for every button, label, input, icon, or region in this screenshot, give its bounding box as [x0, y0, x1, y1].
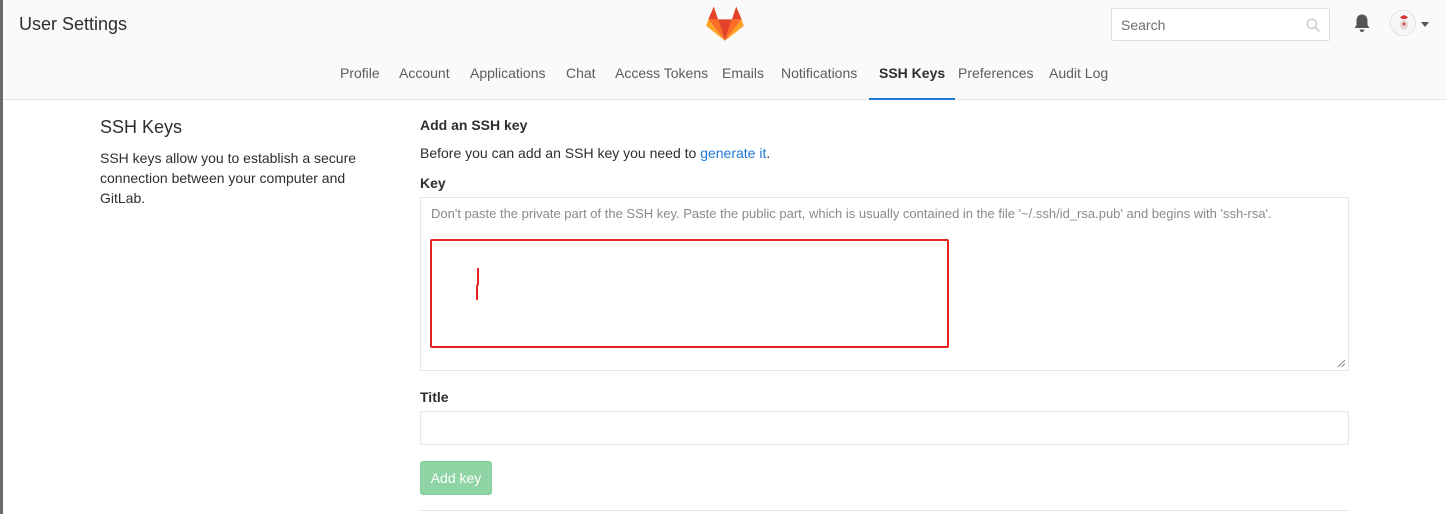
section-title: SSH Keys: [100, 117, 183, 137]
form-intro: Before you can add an SSH key you need t…: [420, 145, 770, 161]
gitlab-logo-icon[interactable]: [706, 6, 744, 42]
generate-it-link[interactable]: generate it: [700, 145, 766, 161]
title-field[interactable]: [420, 411, 1349, 445]
search-icon[interactable]: [1306, 18, 1320, 32]
title-label: Title: [420, 389, 449, 405]
annotation-mark-icon: [476, 268, 479, 300]
tab-applications[interactable]: Applications: [470, 52, 546, 100]
section-description: SSH keys allow you to establish a secure…: [100, 150, 357, 206]
bell-icon[interactable]: [1353, 13, 1371, 33]
form-intro-suffix: .: [766, 145, 771, 161]
page-title: User Settings: [19, 14, 128, 34]
tab-account[interactable]: Account: [399, 52, 450, 100]
user-avatar[interactable]: [1390, 10, 1416, 36]
form-heading: Add an SSH key: [420, 117, 528, 133]
resize-handle-icon[interactable]: [1337, 359, 1346, 368]
avatar-image-icon: [1392, 12, 1415, 35]
annotation-highlight-box: [430, 239, 949, 348]
settings-tabs: Profile Account Applications Chat Access…: [3, 52, 1447, 100]
tab-chat[interactable]: Chat: [566, 52, 596, 100]
tab-profile[interactable]: Profile: [340, 52, 380, 100]
tab-preferences[interactable]: Preferences: [958, 52, 1033, 100]
tab-notifications[interactable]: Notifications: [781, 52, 857, 100]
tab-access-tokens[interactable]: Access Tokens: [615, 52, 708, 100]
search-input[interactable]: [1112, 9, 1329, 40]
divider: [420, 510, 1349, 511]
search-box[interactable]: [1111, 8, 1330, 41]
tab-emails[interactable]: Emails: [722, 52, 764, 100]
form-intro-text: Before you can add an SSH key you need t…: [420, 145, 701, 161]
add-key-button[interactable]: Add key: [420, 461, 492, 495]
tab-audit-log[interactable]: Audit Log: [1049, 52, 1108, 100]
top-header: User Settings Profile Account Applicatio…: [3, 0, 1447, 100]
title-input[interactable]: [421, 412, 1348, 444]
key-label: Key: [420, 175, 446, 191]
tab-ssh-keys[interactable]: SSH Keys: [869, 52, 956, 100]
caret-down-icon[interactable]: [1421, 22, 1429, 27]
